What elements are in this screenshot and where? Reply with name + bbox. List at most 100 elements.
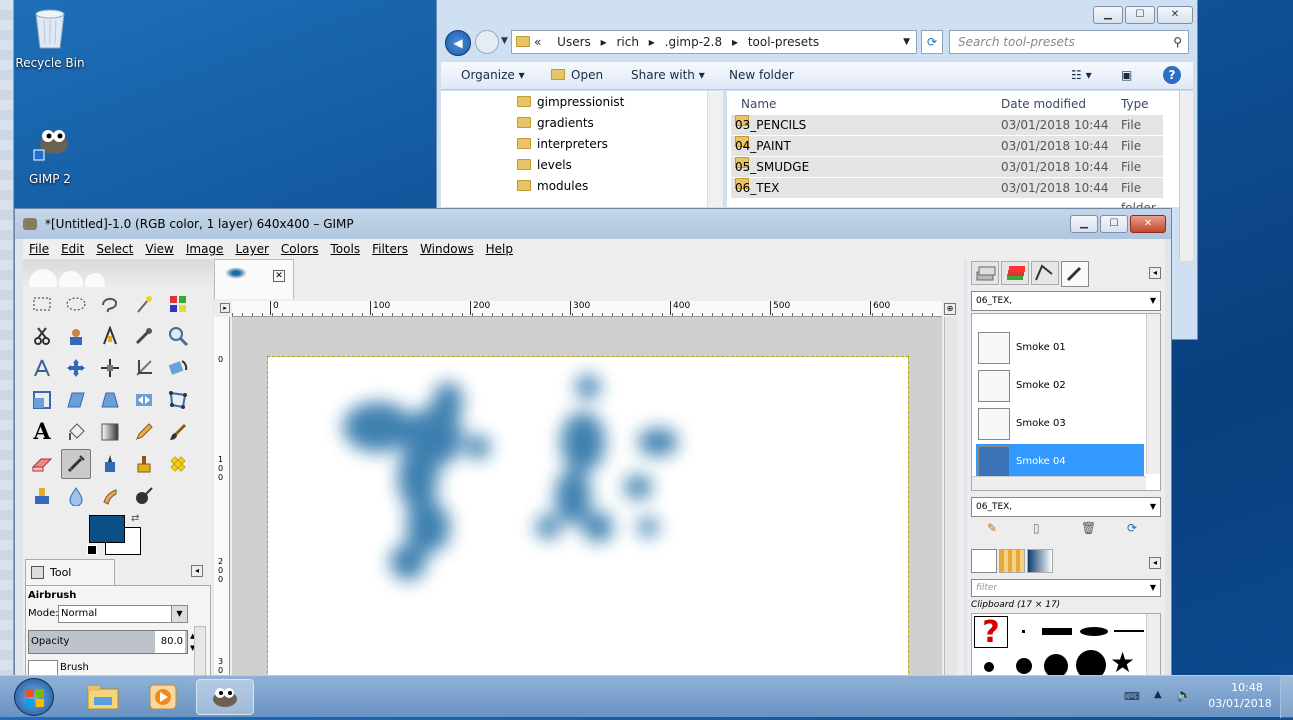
recent-pages-dropdown[interactable]: ▼	[501, 36, 508, 46]
address-dropdown-icon[interactable]: ▼	[903, 31, 910, 53]
show-hidden-icons[interactable]: ▲	[1154, 689, 1162, 700]
menu-select[interactable]: Select	[96, 242, 133, 256]
desktop-icon-gimp[interactable]: GIMP 2	[10, 122, 90, 186]
eraser-icon[interactable]	[27, 449, 57, 479]
align-icon[interactable]	[95, 353, 125, 383]
preview-pane-icon[interactable]: ▣	[1121, 68, 1132, 82]
menu-tools[interactable]: Tools	[331, 242, 361, 256]
share-with-button[interactable]: Share with ▾	[631, 68, 705, 82]
delete-preset-icon[interactable]: 🗑	[1081, 521, 1096, 535]
menu-image[interactable]: Image	[186, 242, 224, 256]
nav-item[interactable]: levels	[517, 158, 572, 172]
fuzzy-select-icon[interactable]	[129, 289, 159, 319]
select-by-color-icon[interactable]	[163, 289, 193, 319]
layers-tab-icon[interactable]	[971, 261, 999, 285]
refresh-presets-icon[interactable]: ⟳	[1127, 521, 1137, 535]
blend-icon[interactable]	[95, 417, 125, 447]
nav-item[interactable]: interpreters	[517, 137, 608, 151]
open-button[interactable]: Open	[551, 68, 603, 82]
gimp-close-button[interactable]: ✕	[1130, 215, 1166, 233]
perspective-icon[interactable]	[95, 385, 125, 415]
breadcrumb-users[interactable]: Users	[557, 35, 591, 49]
close-tab-icon[interactable]: ✕	[273, 270, 285, 282]
breadcrumb-overflow[interactable]: «	[534, 35, 541, 49]
taskbar-explorer-button[interactable]	[74, 679, 132, 715]
search-input[interactable]: Search tool-presets ⚲	[949, 30, 1189, 54]
preset-row[interactable]: Smoke 01	[976, 330, 1144, 366]
opacity-slider[interactable]: Opacity 80.0	[28, 630, 188, 654]
shear-icon[interactable]	[61, 385, 91, 415]
back-button[interactable]: ◀	[445, 30, 471, 56]
volume-icon[interactable]: 🔈	[1176, 688, 1192, 703]
clone-icon[interactable]	[129, 449, 159, 479]
brush-dock-menu-icon[interactable]: ◂	[1149, 557, 1161, 569]
new-folder-button[interactable]: New folder	[729, 68, 794, 82]
column-header-type[interactable]: Type	[1121, 97, 1149, 111]
dodge-burn-icon[interactable]	[129, 481, 159, 511]
pencil-icon[interactable]	[129, 417, 159, 447]
menu-edit[interactable]: Edit	[61, 242, 84, 256]
forward-button[interactable]	[475, 30, 499, 54]
bucket-fill-icon[interactable]	[61, 417, 91, 447]
patterns-tab-icon[interactable]	[999, 549, 1025, 573]
menu-help[interactable]: Help	[486, 242, 513, 256]
start-button[interactable]	[14, 678, 54, 716]
brush-swatch[interactable]	[1022, 630, 1025, 633]
desktop-icon-recycle-bin[interactable]: Recycle Bin	[10, 6, 90, 70]
flip-icon[interactable]	[129, 385, 159, 415]
menu-view[interactable]: View	[145, 242, 173, 256]
menu-layer[interactable]: Layer	[235, 242, 268, 256]
swap-colors-icon[interactable]: ⇄	[131, 513, 139, 524]
perspective-clone-icon[interactable]	[27, 481, 57, 511]
explorer-minimize-button[interactable]: ▁	[1093, 6, 1123, 24]
preset-tag-entry[interactable]: 06_TEX, ▼	[971, 497, 1161, 517]
canvas-vertical-scrollbar[interactable]	[944, 317, 958, 679]
image-canvas[interactable]	[267, 356, 909, 688]
tool-options-panel-menu-icon[interactable]: ◂	[191, 565, 203, 577]
clipboard-brush-swatch[interactable]: ?	[974, 616, 1008, 649]
gimp-maximize-button[interactable]: ☐	[1100, 215, 1128, 233]
star-brush-icon[interactable]: ★	[1110, 648, 1135, 678]
nav-item[interactable]: modules	[517, 179, 588, 193]
gimp-minimize-button[interactable]: ▁	[1070, 215, 1098, 233]
opacity-value[interactable]: 80.0	[155, 631, 185, 653]
preset-horizontal-scrollbar[interactable]	[972, 476, 1146, 490]
navigate-icon[interactable]: ⊕	[944, 303, 956, 315]
brushes-tab-icon[interactable]	[971, 549, 997, 573]
rect-select-icon[interactable]	[27, 289, 57, 319]
measure-icon[interactable]	[27, 353, 57, 383]
column-header-date[interactable]: Date modified	[1001, 97, 1086, 111]
zoom-icon[interactable]	[163, 321, 193, 351]
brush-swatch[interactable]	[1016, 658, 1032, 674]
blur-icon[interactable]	[61, 481, 91, 511]
brush-swatch[interactable]	[984, 662, 994, 672]
address-bar[interactable]: « Users ▸ rich ▸ .gimp-2.8 ▸ tool-preset…	[511, 30, 917, 54]
menu-colors[interactable]: Colors	[281, 242, 319, 256]
mode-select[interactable]: Normal ▼	[58, 605, 188, 623]
taskbar-media-player-button[interactable]	[134, 679, 192, 715]
brush-swatch[interactable]	[1080, 627, 1108, 636]
preset-vertical-scrollbar[interactable]	[1146, 314, 1160, 474]
airbrush-icon[interactable]	[61, 449, 91, 479]
brush-swatch[interactable]	[1042, 628, 1072, 635]
preset-row[interactable]: Smoke 03	[976, 406, 1144, 442]
edit-preset-icon[interactable]: ✎	[987, 521, 997, 535]
brush-grid-scrollbar[interactable]	[1146, 614, 1160, 678]
dock-menu-icon[interactable]: ◂	[1149, 267, 1161, 279]
column-header-name[interactable]: Name	[741, 97, 776, 111]
explorer-close-button[interactable]: ✕	[1157, 6, 1193, 24]
menu-windows[interactable]: Windows	[420, 242, 474, 256]
foreground-color-swatch-top[interactable]	[89, 515, 125, 543]
move-icon[interactable]	[61, 353, 91, 383]
preset-row[interactable]: Smoke 02	[976, 368, 1144, 404]
tool-presets-tab-icon[interactable]	[1061, 261, 1089, 287]
refresh-button[interactable]: ⟳	[921, 30, 943, 54]
brush-filter-input[interactable]: filter ▼	[971, 579, 1161, 597]
tool-options-scrollbar[interactable]	[194, 626, 206, 680]
new-preset-icon[interactable]: ▯	[1033, 521, 1040, 535]
help-icon[interactable]: ?	[1163, 66, 1181, 84]
nav-scrollbar[interactable]	[707, 91, 723, 207]
show-desktop-button[interactable]	[1280, 676, 1293, 718]
breadcrumb-rich[interactable]: rich	[616, 35, 638, 49]
brush-swatch[interactable]	[1114, 630, 1144, 632]
